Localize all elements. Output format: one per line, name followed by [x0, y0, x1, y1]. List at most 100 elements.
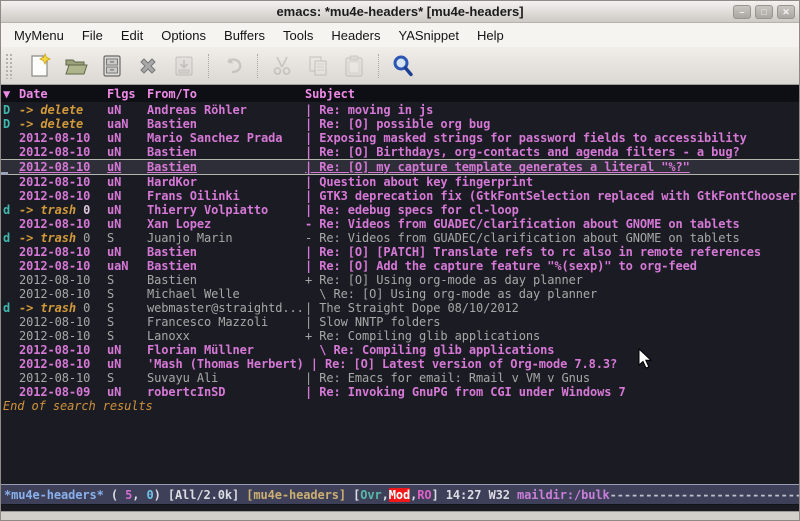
message-from: Bastien — [147, 273, 305, 287]
message-from: HardKor — [147, 175, 305, 189]
menu-item-file[interactable]: File — [73, 25, 112, 46]
message-date: 2012-08-10 — [19, 245, 107, 259]
menu-item-headers[interactable]: Headers — [322, 25, 389, 46]
modeline-segment: Ovr — [360, 488, 381, 502]
message-row[interactable]: 2012-08-10uNBastien| Re: [O] [PATCH] Tra… — [1, 245, 799, 259]
message-row[interactable]: d-> trash 0Swebmaster@straightd...| The … — [1, 301, 799, 315]
message-subject: + Re: Compiling glib applications — [305, 329, 799, 343]
toolbar-grip-handle[interactable] — [5, 53, 14, 79]
message-from: Mario Sanchez Prada — [147, 131, 305, 145]
message-row[interactable]: 2012-08-10SBastien+ Re: [O] Using org-mo… — [1, 273, 799, 287]
message-date: 2012-08-10 — [19, 287, 107, 301]
close-x-icon — [135, 53, 161, 79]
message-flags: S — [107, 315, 147, 329]
message-date: 2012-08-10 — [19, 189, 107, 203]
message-marker — [3, 259, 19, 273]
message-date: 2012-08-10 — [19, 315, 107, 329]
open-file-button[interactable] — [58, 50, 94, 82]
message-marker: D — [3, 117, 19, 131]
titlebar: emacs: *mu4e-headers* [mu4e-headers] – □… — [1, 1, 799, 23]
message-from: Bastien — [147, 259, 305, 273]
message-row[interactable]: 2012-08-10uNFlorian Müllner \ Re: Compil… — [1, 343, 799, 357]
message-row[interactable]: 2012-08-10SFrancesco Mazzoli| Slow NNTP … — [1, 315, 799, 329]
menu-item-edit[interactable]: Edit — [112, 25, 152, 46]
menu-item-mymenu[interactable]: MyMenu — [5, 25, 73, 46]
cut-button[interactable] — [264, 50, 300, 82]
message-row[interactable]: 2012-08-10uNHardKor| Question about key … — [1, 175, 799, 189]
message-action-suffix: 0 — [76, 301, 90, 315]
undo-button[interactable] — [215, 50, 251, 82]
message-marker — [3, 273, 19, 287]
column-header-subject[interactable]: Subject — [305, 87, 799, 101]
menu-item-help[interactable]: Help — [468, 25, 513, 46]
message-flags: uN — [107, 217, 147, 231]
message-from: Juanjo Marin — [147, 231, 305, 245]
column-header-flags[interactable]: Flgs — [107, 87, 147, 101]
message-row[interactable]: 2012-08-10uaNBastien| Re: [O] Add the ca… — [1, 259, 799, 273]
message-date: 2012-08-10 — [19, 273, 107, 287]
message-flags: uaN — [107, 259, 147, 273]
modeline-segment: [ — [353, 488, 360, 502]
message-from: Lanoxx — [147, 329, 305, 343]
new-file-button[interactable] — [22, 50, 58, 82]
message-date: 2012-08-10 — [19, 217, 107, 231]
dired-button[interactable] — [94, 50, 130, 82]
menu-item-buffers[interactable]: Buffers — [215, 25, 274, 46]
message-flags: uN — [107, 175, 147, 189]
message-subject: | Re: [O] Birthdays, org-contacts and ag… — [305, 145, 799, 159]
message-flags: uN — [107, 245, 147, 259]
modeline-segment: ) — [154, 488, 168, 502]
message-row[interactable]: 2012-08-09uNrobertcInSD| Re: Invoking Gn… — [1, 385, 799, 399]
message-date: 2012-08-10 — [19, 357, 107, 371]
message-marker: d — [3, 231, 19, 245]
modeline-segment: 14:27 W32 — [446, 488, 517, 502]
column-header-date[interactable]: Date — [19, 87, 107, 101]
modeline-segment: maildir:/bulk — [517, 488, 610, 502]
menu-item-yasnippet[interactable]: YASnippet — [389, 25, 467, 46]
message-row[interactable]: D-> deleteuNAndreas Röhler| Re: moving i… — [1, 103, 799, 117]
menu-item-options[interactable]: Options — [152, 25, 215, 46]
modeline-segment: , — [410, 488, 417, 502]
message-marker — [3, 357, 19, 371]
message-date: -> delete — [19, 117, 107, 131]
message-row[interactable]: 2012-08-10uNFrans Oilinki| GTK3 deprecat… — [1, 189, 799, 203]
message-row[interactable]: 2012-08-10uNXan Lopez- Re: Videos from G… — [1, 217, 799, 231]
search-button[interactable] — [385, 50, 421, 82]
message-row[interactable]: 2012-08-10uNMario Sanchez Prada| Exposin… — [1, 131, 799, 145]
modeline-segment: [All/2.0k] — [168, 488, 246, 502]
message-row[interactable]: 2012-08-10SSuvayu Ali| Re: Emacs for ema… — [1, 371, 799, 385]
message-flags: uaN — [107, 117, 147, 131]
message-flags: uN — [107, 385, 147, 399]
message-row[interactable]: 2012-08-10SLanoxx+ Re: Compiling glib ap… — [1, 329, 799, 343]
paste-button[interactable] — [336, 50, 372, 82]
message-date: -> delete — [19, 103, 107, 117]
message-row[interactable]: d-> trash 0uNThierry Volpiatto| Re: edeb… — [1, 203, 799, 217]
message-row[interactable]: 2012-08-10SMichael Welle \ Re: [O] Using… — [1, 287, 799, 301]
modeline: *mu4e-headers* ( 5, 0) [All/2.0k] [mu4e-… — [1, 484, 799, 505]
modeline-segment: 5 — [125, 488, 132, 502]
message-action-suffix: 0 — [76, 203, 90, 217]
message-row[interactable]: 2012-08-10uNBastien| Re: [O] my capture … — [1, 159, 799, 175]
clipboard-icon — [341, 53, 367, 79]
close-button[interactable]: ✕ — [777, 5, 795, 19]
message-from: webmaster@straightd... — [147, 301, 305, 315]
copy-button[interactable] — [300, 50, 336, 82]
save-buffer-button[interactable] — [166, 50, 202, 82]
message-subject: | Slow NNTP folders — [305, 315, 799, 329]
message-row[interactable]: d-> trash 0SJuanjo Marin- Re: Videos fro… — [1, 231, 799, 245]
new-file-icon — [27, 53, 53, 79]
message-row[interactable]: D-> deleteuaNBastien| Re: [O] possible o… — [1, 117, 799, 131]
menu-item-tools[interactable]: Tools — [274, 25, 322, 46]
message-marker — [3, 175, 19, 189]
maximize-button[interactable]: □ — [755, 5, 773, 19]
message-subject: | Re: [O] Latest version of Org-mode 7.8… — [311, 357, 799, 371]
message-row[interactable]: 2012-08-10uN'Mash (Thomas Herbert)| Re: … — [1, 357, 799, 371]
kill-buffer-button[interactable] — [130, 50, 166, 82]
minimize-button[interactable]: – — [733, 5, 751, 19]
search-icon — [390, 53, 416, 79]
column-header-from[interactable]: From/To — [147, 87, 305, 101]
sort-indicator: ▼ — [3, 87, 19, 101]
open-folder-icon — [63, 53, 89, 79]
message-row[interactable]: 2012-08-10uNBastien| Re: [O] Birthdays, … — [1, 145, 799, 159]
message-marker — [3, 329, 19, 343]
